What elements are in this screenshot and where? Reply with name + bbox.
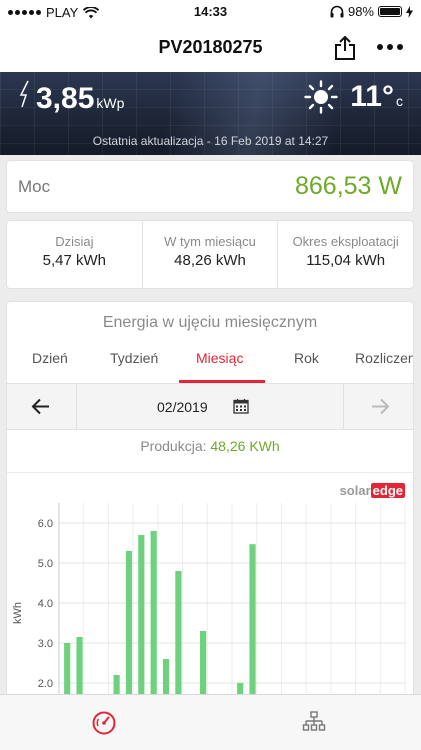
chart-bar bbox=[76, 637, 83, 702]
tab-day[interactable]: Dzień bbox=[32, 350, 68, 366]
chart-bar bbox=[249, 544, 256, 702]
site-layout-icon[interactable] bbox=[302, 711, 326, 735]
temperature-value: 11° bbox=[350, 80, 394, 113]
stat-value: 48,26 kWh bbox=[174, 252, 246, 269]
energy-card-title: Energia w ujęciu miesięcznym bbox=[102, 314, 318, 331]
chart-bar bbox=[150, 531, 157, 702]
peak-power: 3,85 kWp bbox=[18, 80, 124, 116]
stat-today: Dzisiaj 5,47 kWh bbox=[7, 221, 143, 288]
stat-value: 5,47 kWh bbox=[42, 252, 107, 269]
y-tick-label: 6.0 bbox=[38, 518, 53, 530]
share-icon[interactable] bbox=[334, 36, 356, 60]
peak-power-value: 3,85 bbox=[36, 82, 95, 115]
power-label: Moc bbox=[18, 177, 51, 196]
battery-icon bbox=[378, 6, 402, 17]
weather: 11° c bbox=[304, 80, 403, 114]
energy-card: Energia w ujęciu miesięcznym Dzień Tydzi… bbox=[7, 302, 413, 702]
headphones-icon bbox=[330, 5, 344, 18]
more-dots-icon bbox=[377, 44, 403, 50]
sun-icon bbox=[304, 80, 338, 114]
chart-bar bbox=[200, 631, 207, 702]
arrow-left-icon bbox=[31, 398, 49, 415]
production-value: 48,26 KWh bbox=[210, 438, 280, 454]
y-axis-label: kWh bbox=[12, 602, 24, 624]
charging-bolt-icon bbox=[406, 5, 413, 18]
tab-month[interactable]: Miesiąc bbox=[196, 350, 243, 366]
status-right: 98% bbox=[330, 4, 413, 19]
y-tick-label: 4.0 bbox=[38, 598, 53, 610]
calendar-icon[interactable] bbox=[233, 398, 249, 414]
previous-period-button[interactable] bbox=[7, 384, 77, 429]
stat-this-month: W tym miesiącu 48,26 kWh bbox=[143, 221, 279, 288]
site-banner: 3,85 kWp 11° c Ostatnia aktualizacja - 1… bbox=[0, 72, 421, 155]
arrow-right-icon bbox=[372, 398, 390, 415]
date-navigator: 02/2019 bbox=[7, 383, 413, 430]
stat-label: Okres eksploatacji bbox=[292, 234, 399, 249]
current-period-label[interactable]: 02/2019 bbox=[157, 399, 208, 415]
stat-value: 115,04 kWh bbox=[306, 252, 386, 269]
peak-power-unit: kWp bbox=[96, 95, 125, 111]
last-update-text: Ostatnia aktualizacja - 16 Feb 2019 at 1… bbox=[92, 134, 329, 148]
chart-bar bbox=[125, 551, 133, 702]
status-bar: PLAY 14:33 98% bbox=[0, 0, 421, 24]
tab-week[interactable]: Tydzień bbox=[110, 350, 158, 366]
energy-stats-card: Dzisiaj 5,47 kWh W tym miesiącu 48,26 kW… bbox=[7, 221, 413, 288]
y-tick-label: 2.0 bbox=[38, 678, 53, 690]
power-card: Moc 866,53 W bbox=[7, 161, 413, 212]
period-tabs: Dzień Tydzień Miesiąc Rok Rozliczenie bbox=[7, 350, 413, 383]
stat-label: W tym miesiącu bbox=[164, 234, 256, 249]
energy-bar-chart: 2.0 3.0 4.0 5.0 6.0 kWh bbox=[12, 503, 406, 702]
power-value: 866,53 W bbox=[294, 172, 402, 200]
battery-percent: 98% bbox=[347, 4, 374, 19]
chart-bar bbox=[138, 535, 145, 702]
tab-billing[interactable]: Rozliczenie bbox=[355, 350, 413, 366]
dashboard-gauge-icon[interactable] bbox=[92, 711, 116, 735]
page-title: PV20180275 bbox=[158, 37, 263, 57]
stat-lifetime: Okres eksploatacji 115,04 kWh bbox=[278, 221, 413, 288]
tab-year[interactable]: Rok bbox=[294, 350, 319, 366]
more-options-button[interactable] bbox=[376, 36, 404, 58]
solaredge-logo: solar edge bbox=[339, 483, 405, 498]
stat-label: Dzisiaj bbox=[55, 234, 94, 249]
energy-chart: 2.0 3.0 4.0 5.0 6.0 kWh solar edge bbox=[7, 472, 413, 702]
production-label: Produkcja: bbox=[140, 438, 207, 454]
lightning-icon bbox=[19, 80, 29, 108]
temperature-unit: c bbox=[396, 93, 403, 109]
bottom-tab-bar bbox=[0, 694, 421, 750]
chart-bar bbox=[175, 571, 182, 702]
y-tick-label: 3.0 bbox=[38, 638, 53, 650]
y-tick-label: 5.0 bbox=[38, 558, 53, 570]
next-period-button[interactable] bbox=[343, 384, 413, 429]
nav-bar: PV20180275 bbox=[0, 24, 421, 72]
production-summary: Produkcja: 48,26 KWh bbox=[7, 438, 413, 454]
